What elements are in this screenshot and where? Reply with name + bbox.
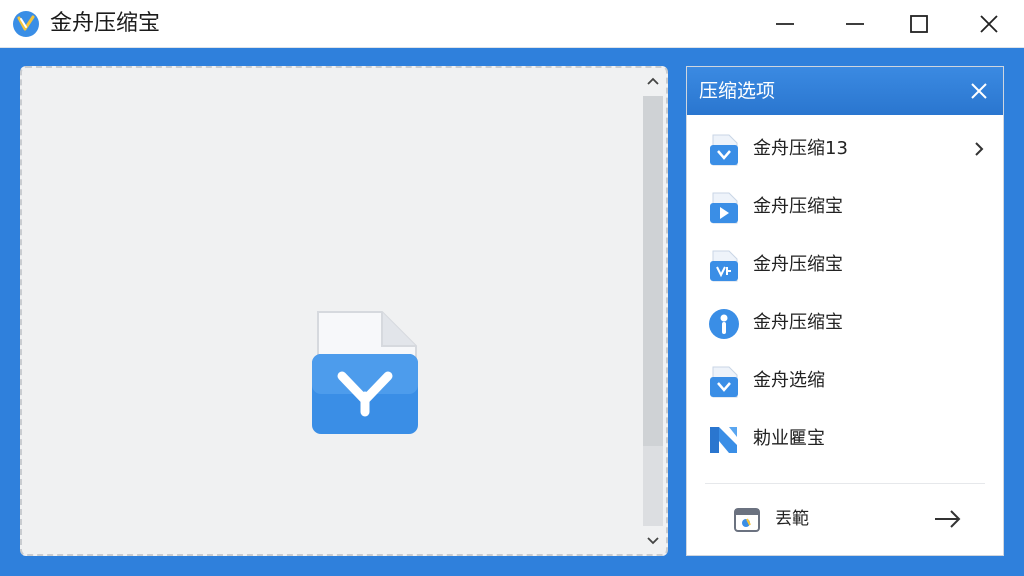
chevron-up-icon bbox=[647, 77, 659, 85]
panel-title: 压缩选项 bbox=[699, 80, 776, 102]
option-item-5[interactable]: 金舟选缩 bbox=[687, 353, 1003, 409]
scroll-track[interactable] bbox=[643, 96, 663, 526]
calendar-icon bbox=[734, 508, 760, 532]
compress-file-icon bbox=[710, 134, 738, 166]
divider bbox=[705, 483, 985, 484]
window-title: 金舟压缩宝 bbox=[50, 11, 161, 36]
option-label: 金舟选缩 bbox=[753, 370, 825, 391]
option-label: 金舟压缩宝 bbox=[753, 312, 843, 333]
option-label: 金舟压缩宝 bbox=[753, 196, 843, 217]
option-item-3[interactable]: 金舟压缩宝 bbox=[687, 237, 1003, 293]
chevron-right-icon bbox=[975, 142, 984, 156]
panel-close-button[interactable] bbox=[963, 75, 995, 107]
option-label: 勅业匷宝 bbox=[753, 428, 825, 449]
minimize-icon bbox=[846, 23, 864, 25]
option-label: 金舟压缩13 bbox=[753, 138, 848, 159]
minimize-icon bbox=[776, 23, 794, 25]
option-item-4[interactable]: 金舟压缩宝 bbox=[687, 295, 1003, 351]
compressed-file-icon bbox=[312, 311, 418, 434]
chevron-down-icon bbox=[647, 537, 659, 545]
compression-options-panel: 压缩选项 金舟压缩13 金舟压缩宝 金舟压缩宝 金舟压缩宝 金舟选缩 勅业匷宝 … bbox=[686, 66, 1004, 556]
option-item-1[interactable]: 金舟压缩13 bbox=[687, 121, 1003, 177]
info-icon bbox=[709, 309, 739, 339]
option-item-6[interactable]: 勅业匷宝 bbox=[687, 411, 1003, 467]
title-bar: 金舟压缩宝 bbox=[0, 0, 1024, 48]
minimize-alt-button[interactable] bbox=[820, 0, 890, 48]
close-icon bbox=[980, 15, 998, 33]
arrow-right-icon bbox=[935, 510, 961, 528]
compress-file-icon bbox=[710, 250, 738, 282]
footer-option[interactable]: 丟範 bbox=[687, 497, 1003, 543]
scroll-down-button[interactable] bbox=[640, 530, 666, 552]
video-file-icon bbox=[710, 192, 738, 224]
maximize-icon bbox=[910, 15, 928, 33]
close-icon bbox=[971, 83, 987, 99]
compress-file-icon bbox=[710, 366, 738, 398]
brand-logo-icon bbox=[710, 427, 737, 453]
scroll-thumb[interactable] bbox=[643, 96, 663, 446]
close-button[interactable] bbox=[954, 0, 1024, 48]
vertical-scrollbar[interactable] bbox=[640, 66, 666, 556]
scroll-up-button[interactable] bbox=[640, 70, 666, 92]
file-drop-area[interactable] bbox=[20, 66, 668, 556]
maximize-button[interactable] bbox=[884, 0, 954, 48]
app-logo-icon bbox=[13, 11, 39, 37]
minimize-button[interactable] bbox=[750, 0, 820, 48]
footer-label: 丟範 bbox=[775, 509, 809, 529]
panel-header: 压缩选项 bbox=[687, 67, 1003, 115]
option-label: 金舟压缩宝 bbox=[753, 254, 843, 275]
option-item-2[interactable]: 金舟压缩宝 bbox=[687, 179, 1003, 235]
